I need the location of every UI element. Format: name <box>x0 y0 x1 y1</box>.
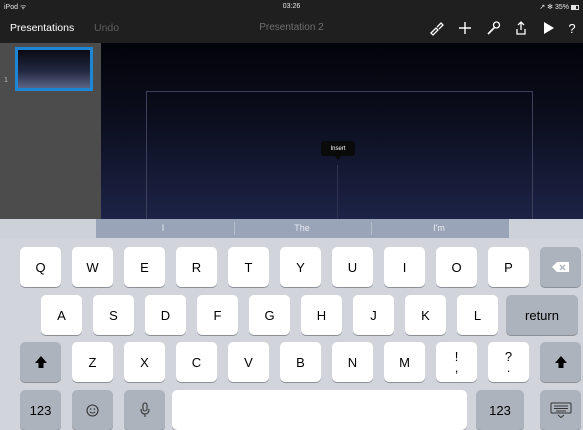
backspace-key[interactable] <box>540 247 581 287</box>
on-screen-keyboard: Q W E R T Y U I O P A S D F G H J K L re… <box>0 238 583 430</box>
backspace-icon <box>551 262 569 272</box>
toolbar: Presentations Undo Presentation 2 ? <box>0 14 583 43</box>
key-x[interactable]: X <box>124 342 165 382</box>
key-c[interactable]: C <box>176 342 217 382</box>
key-h[interactable]: H <box>301 295 342 335</box>
numbers-key-left[interactable]: 123 <box>20 390 61 430</box>
shift-icon <box>554 356 567 368</box>
key-m[interactable]: M <box>384 342 425 382</box>
emoji-key[interactable] <box>72 390 113 430</box>
keyboard-dismiss-icon <box>550 402 571 418</box>
key-d[interactable]: D <box>145 295 186 335</box>
key-period-label: . <box>506 360 511 375</box>
numbers-key-right[interactable]: 123 <box>476 390 524 430</box>
key-g[interactable]: G <box>249 295 290 335</box>
emoji-icon <box>86 403 99 417</box>
slide-number: 1 <box>4 77 8 84</box>
key-a[interactable]: A <box>41 295 82 335</box>
key-w[interactable]: W <box>72 247 113 287</box>
format-brush-icon[interactable] <box>425 17 447 39</box>
shift-key-left[interactable] <box>20 342 61 382</box>
alignment-guide <box>337 165 338 219</box>
battery-icon <box>571 5 579 10</box>
suggestion-1[interactable]: I <box>103 223 223 233</box>
suggestion-strip: I The I'm <box>96 219 509 238</box>
key-y[interactable]: Y <box>280 247 321 287</box>
suggestion-3[interactable]: I'm <box>379 223 499 233</box>
key-v[interactable]: V <box>228 342 269 382</box>
key-e[interactable]: E <box>124 247 165 287</box>
share-icon[interactable] <box>510 17 532 39</box>
slide-thumbnail[interactable] <box>15 47 93 91</box>
key-t[interactable]: T <box>228 247 269 287</box>
suggestion-divider <box>234 222 235 235</box>
key-question-period[interactable]: ? . <box>488 342 529 382</box>
slide-canvas[interactable]: Insert <box>101 43 583 219</box>
status-battery-text: ↗ ✻ 35% <box>539 4 569 11</box>
key-r[interactable]: R <box>176 247 217 287</box>
key-u[interactable]: U <box>332 247 373 287</box>
key-k[interactable]: K <box>405 295 446 335</box>
tools-wrench-icon[interactable] <box>482 17 504 39</box>
shift-icon <box>34 356 47 368</box>
shift-key-right[interactable] <box>540 342 581 382</box>
microphone-icon <box>139 402 150 417</box>
suggestion-2[interactable]: The <box>242 223 362 233</box>
status-right: ↗ ✻ 35% <box>539 3 579 11</box>
key-j[interactable]: J <box>353 295 394 335</box>
key-f[interactable]: F <box>197 295 238 335</box>
hide-keyboard-key[interactable] <box>540 390 581 430</box>
key-i[interactable]: I <box>384 247 425 287</box>
predictive-text-bar: I The I'm <box>0 219 583 238</box>
slide-navigator: 1 <box>0 43 101 219</box>
add-icon[interactable] <box>454 17 476 39</box>
status-bar: iPod ᯤ 03:26 ↗ ✻ 35% <box>0 0 583 14</box>
play-icon[interactable] <box>537 17 559 39</box>
key-z[interactable]: Z <box>72 342 113 382</box>
status-time: 03:26 <box>282 3 301 10</box>
space-bar[interactable] <box>172 390 467 430</box>
return-key[interactable]: return <box>506 295 578 335</box>
suggestion-divider <box>371 222 372 235</box>
svg-text:?: ? <box>568 21 575 36</box>
key-comma-label: , <box>454 360 459 375</box>
key-o[interactable]: O <box>436 247 477 287</box>
key-s[interactable]: S <box>93 295 134 335</box>
help-icon[interactable]: ? <box>561 17 583 39</box>
key-b[interactable]: B <box>280 342 321 382</box>
key-q[interactable]: Q <box>20 247 61 287</box>
key-exclamation-comma[interactable]: ! , <box>436 342 477 382</box>
key-p[interactable]: P <box>488 247 529 287</box>
key-n[interactable]: N <box>332 342 373 382</box>
dictation-key[interactable] <box>124 390 165 430</box>
key-l[interactable]: L <box>457 295 498 335</box>
insert-popup-button[interactable]: Insert <box>321 141 355 160</box>
